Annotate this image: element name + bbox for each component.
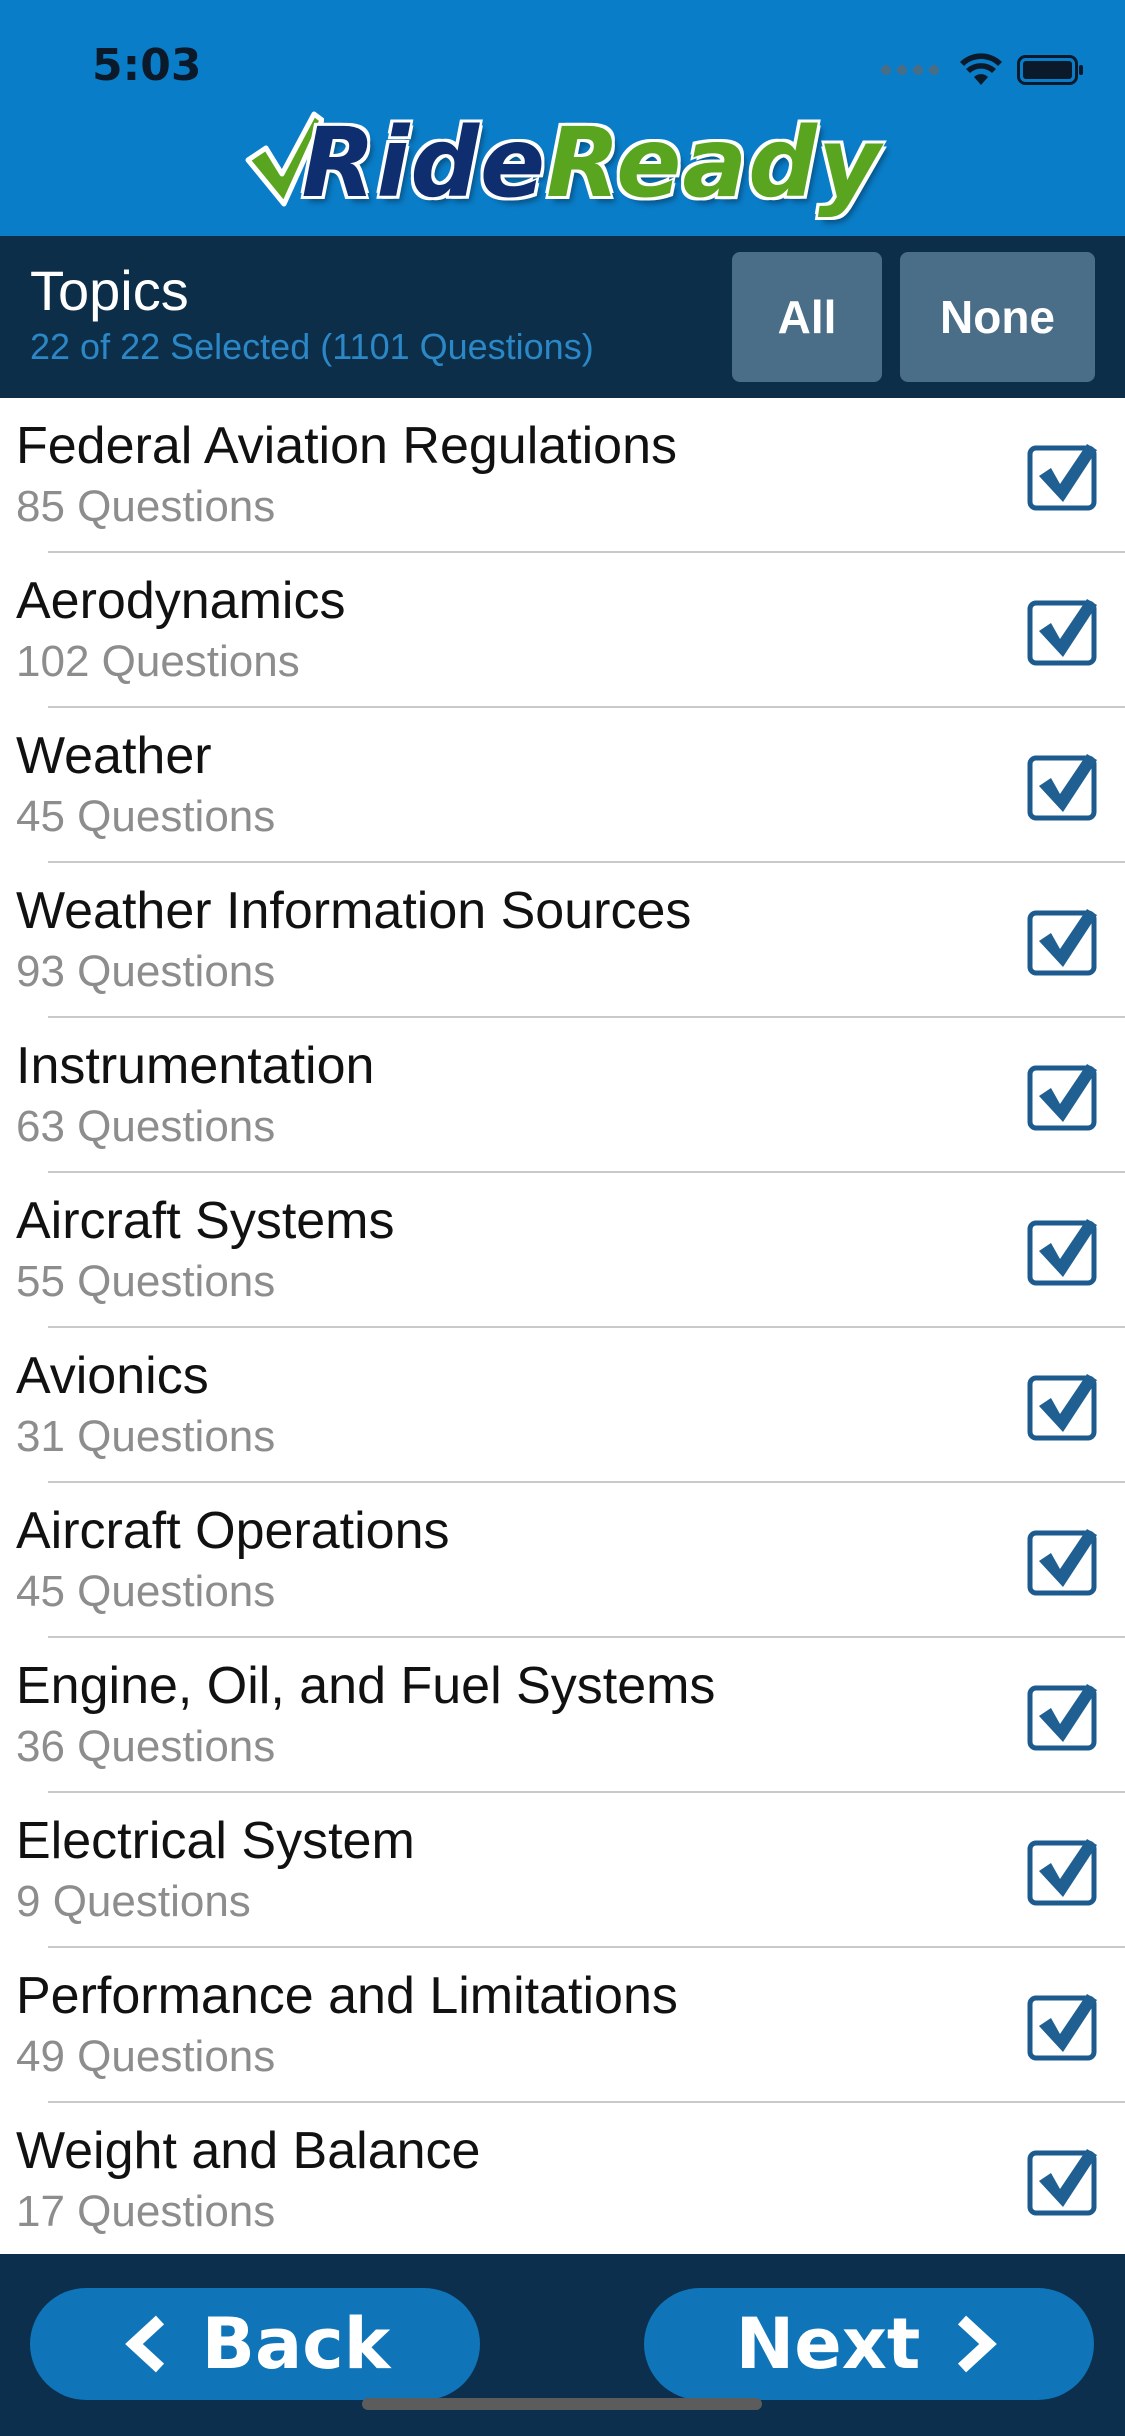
topic-title: Performance and Limitations [16, 1967, 678, 2025]
next-button[interactable]: Next [644, 2288, 1094, 2400]
topic-title: Weather [16, 727, 212, 785]
topic-question-count: 9 Questions [16, 1877, 251, 1926]
topic-title: Federal Aviation Regulations [16, 417, 678, 475]
back-label: Back [201, 2303, 391, 2385]
status-time: 5:03 [92, 40, 202, 91]
topic-row[interactable]: Performance and Limitations 49 Questions [0, 1948, 1125, 2103]
checkbox-checked-icon[interactable] [1027, 2145, 1099, 2217]
topic-question-count: 93 Questions [16, 947, 276, 996]
topic-question-count: 85 Questions [16, 482, 276, 531]
topic-row[interactable]: Weight and Balance 17 Questions [0, 2103, 1125, 2258]
checkbox-checked-icon[interactable] [1027, 440, 1099, 512]
select-all-button[interactable]: All [732, 252, 882, 382]
topic-row[interactable]: Weather 45 Questions [0, 708, 1125, 863]
topic-question-count: 102 Questions [16, 637, 300, 686]
topic-title: Aircraft Operations [16, 1502, 450, 1560]
topic-row[interactable]: Aircraft Systems 55 Questions [0, 1173, 1125, 1328]
select-none-button[interactable]: None [900, 252, 1095, 382]
topic-question-count: 63 Questions [16, 1102, 276, 1151]
app-header: 5:03 RideReady [0, 0, 1125, 236]
topic-title: Aerodynamics [16, 572, 346, 630]
logo-ready: Ready [546, 107, 882, 219]
topic-question-count: 45 Questions [16, 792, 276, 841]
checkbox-checked-icon[interactable] [1027, 1370, 1099, 1442]
topic-question-count: 17 Questions [16, 2187, 276, 2236]
home-indicator[interactable] [362, 2398, 762, 2410]
topics-bar: Topics 22 of 22 Selected (1101 Questions… [0, 236, 1125, 398]
selection-summary: 22 of 22 Selected (1101 Questions) [30, 326, 594, 367]
topic-question-count: 31 Questions [16, 1412, 276, 1461]
checkbox-checked-icon[interactable] [1027, 1990, 1099, 2062]
checkbox-checked-icon[interactable] [1027, 905, 1099, 977]
checkbox-checked-icon[interactable] [1027, 595, 1099, 667]
topic-title: Weight and Balance [16, 2122, 481, 2180]
topic-question-count: 55 Questions [16, 1257, 276, 1306]
next-label: Next [735, 2303, 921, 2385]
topic-title: Engine, Oil, and Fuel Systems [16, 1657, 716, 1715]
topic-row[interactable]: Engine, Oil, and Fuel Systems 36 Questio… [0, 1638, 1125, 1793]
topic-question-count: 36 Questions [16, 1722, 276, 1771]
topic-row[interactable]: Avionics 31 Questions [0, 1328, 1125, 1483]
topic-row[interactable]: Instrumentation 63 Questions [0, 1018, 1125, 1173]
topic-row[interactable]: Aerodynamics 102 Questions [0, 553, 1125, 708]
topic-title: Instrumentation [16, 1037, 375, 1095]
checkbox-checked-icon[interactable] [1027, 750, 1099, 822]
checkbox-checked-icon[interactable] [1027, 1525, 1099, 1597]
checkbox-checked-icon[interactable] [1027, 1060, 1099, 1132]
chevron-right-icon [958, 2315, 998, 2373]
wifi-icon [960, 53, 1002, 85]
topics-title: Topics [30, 259, 189, 322]
chevron-left-icon [124, 2315, 164, 2373]
topic-question-count: 49 Questions [16, 2032, 276, 2081]
topic-row[interactable]: Aircraft Operations 45 Questions [0, 1483, 1125, 1638]
cellular-signal-icon [881, 65, 939, 75]
topic-title: Weather Information Sources [16, 882, 692, 940]
ride-ready-logo: RideReady [0, 108, 1125, 218]
topic-list: Federal Aviation Regulations 85 Question… [0, 398, 1125, 2258]
topic-row[interactable]: Electrical System 9 Questions [0, 1793, 1125, 1948]
topic-title: Aircraft Systems [16, 1192, 395, 1250]
checkbox-checked-icon[interactable] [1027, 1215, 1099, 1287]
back-button[interactable]: Back [30, 2288, 480, 2400]
topic-title: Avionics [16, 1347, 209, 1405]
checkbox-checked-icon[interactable] [1027, 1835, 1099, 1907]
topic-question-count: 45 Questions [16, 1567, 276, 1616]
topic-title: Electrical System [16, 1812, 415, 1870]
topic-row[interactable]: Federal Aviation Regulations 85 Question… [0, 398, 1125, 553]
status-icons [881, 50, 1085, 90]
checkbox-checked-icon[interactable] [1027, 1680, 1099, 1752]
topic-row[interactable]: Weather Information Sources 93 Questions [0, 863, 1125, 1018]
logo-text: RideReady [302, 115, 882, 211]
logo-ride: Ride [301, 107, 547, 219]
battery-icon [1017, 55, 1083, 85]
